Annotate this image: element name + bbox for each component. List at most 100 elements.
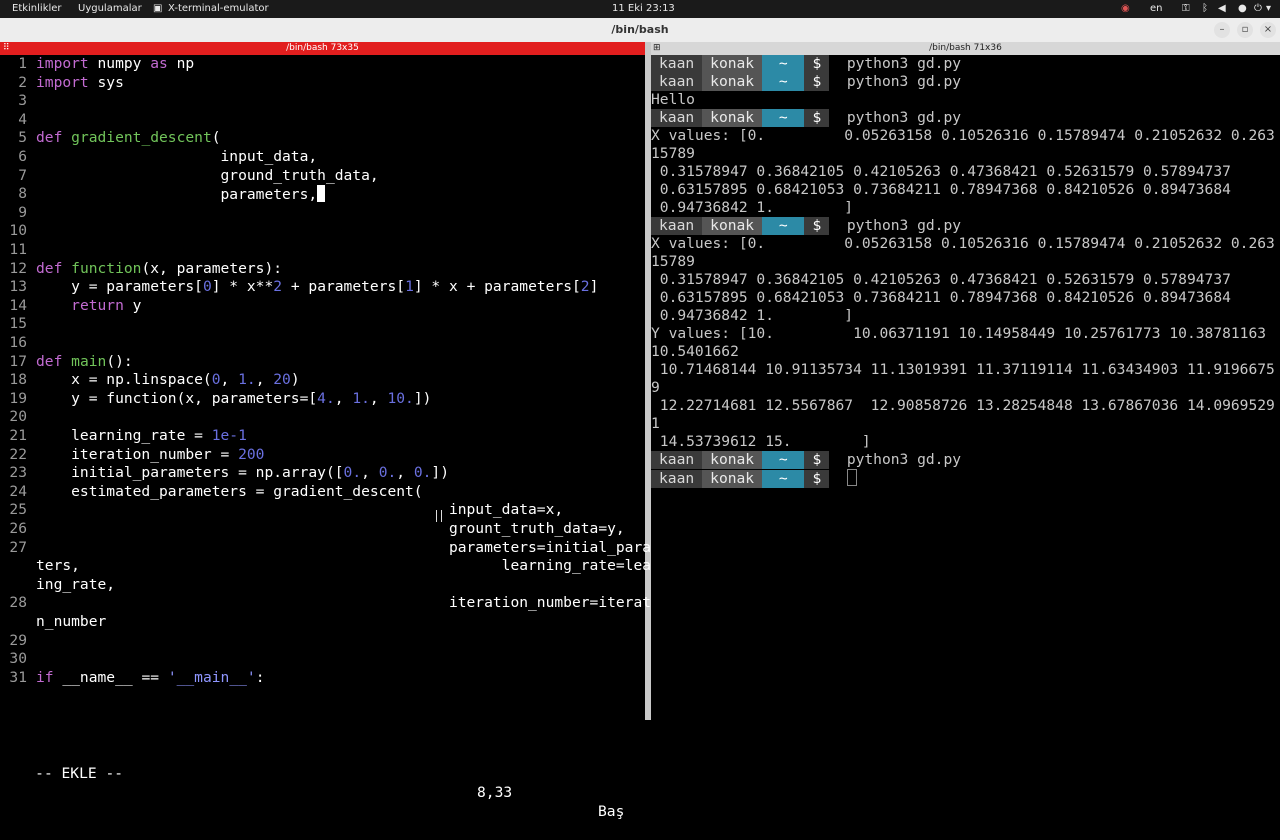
line-number: 21 [9, 427, 27, 444]
line-number: 2 [18, 73, 27, 91]
line-number: 22 [9, 445, 27, 463]
line-number: 6 [18, 148, 27, 165]
left-pane-header[interactable]: ⠿ /bin/bash 73x35 [0, 42, 645, 55]
prompt-user: kaan [651, 109, 703, 127]
right-pane-header[interactable]: ⊞ /bin/bash 71x36 [651, 42, 1280, 55]
system-menu-chevron-icon[interactable]: ▾ [1266, 3, 1271, 14]
close-button[interactable]: × [1260, 22, 1276, 38]
bluetooth-icon[interactable]: ᛒ [1202, 3, 1208, 14]
window-titlebar[interactable]: /bin/bash – ▫ × [0, 18, 1280, 43]
line-text[interactable]: estimated_parameters = gradient_descent( [36, 483, 422, 502]
line-text[interactable]: input_data, [36, 148, 318, 167]
line-number: 19 [9, 389, 27, 407]
line-text[interactable]: parameters=initial_parame [36, 539, 669, 558]
line-number: 10 [9, 222, 27, 240]
output-line: Y values: [10. 10.06371191 10.14958449 1… [651, 325, 1267, 342]
prompt-host: konak [702, 109, 763, 127]
line-number: 9 [18, 203, 27, 221]
line-text[interactable]: if __name__ == '__main__': [36, 669, 264, 688]
line-text[interactable]: parameters, [36, 185, 326, 205]
output-line: 0.94736842 1. ] [651, 307, 854, 324]
prompt-line: kaan konak ~ $ python3 gd.py [651, 55, 1280, 73]
prompt-symbol: $ [804, 55, 830, 73]
output-line: Hello [651, 91, 695, 108]
prompt-dir: ~ [762, 55, 805, 73]
privacy-indicator-icon[interactable]: ◉ [1121, 3, 1130, 14]
line-text[interactable]: y = function(x, parameters=[4., 1., 10.]… [36, 390, 431, 409]
line-number: 28 [9, 594, 27, 612]
output-line: 0.31578947 0.36842105 0.42105263 0.47368… [651, 271, 1231, 288]
prompt-user: kaan [651, 217, 703, 235]
line-text[interactable]: ground_truth_data, [36, 167, 379, 186]
right-pane-title: /bin/bash 71x36 [929, 43, 1002, 53]
output-line: 1 [651, 415, 660, 432]
line-text[interactable]: learning_rate = 1e-1 [36, 427, 247, 446]
prompt-symbol: $ [804, 217, 830, 235]
prompt-symbol: $ [804, 73, 830, 91]
line-number: 23 [9, 464, 27, 482]
prompt-user: kaan [651, 451, 703, 469]
output-line: 14.53739612 15. ] [651, 433, 871, 450]
line-text[interactable]: return y [36, 297, 141, 316]
line-number: 14 [9, 296, 27, 314]
line-text[interactable]: x = np.linspace(0, 1., 20) [36, 371, 300, 390]
line-number: 7 [18, 166, 27, 184]
output-line: 0.63157895 0.68421053 0.73684211 0.78947… [651, 289, 1231, 306]
pane-grip-icon: ⠿ [3, 43, 10, 53]
line-number: 12 [9, 259, 27, 277]
network-icon[interactable]: ⚿ [1182, 3, 1190, 14]
keyboard-layout[interactable]: en [1150, 3, 1163, 14]
prompt-host: konak [702, 217, 763, 235]
prompt-symbol: $ [804, 109, 830, 127]
minimize-button[interactable]: – [1214, 22, 1230, 38]
line-number: 30 [9, 650, 27, 668]
line-text[interactable]: def gradient_descent( [36, 129, 221, 148]
line-text[interactable]: iteration_number = 200 [36, 446, 264, 465]
command-text: python3 gd.py [829, 73, 962, 90]
output-line: X values: [0. 0.05263158 0.10526316 0.15… [651, 235, 1275, 252]
command-text: python3 gd.py [829, 109, 962, 126]
line-text[interactable]: n_number [36, 613, 106, 632]
prompt-dir: ~ [762, 73, 805, 91]
line-number: 17 [9, 352, 27, 370]
prompt-host: konak [702, 73, 763, 91]
maximize-button[interactable]: ▫ [1237, 22, 1253, 38]
line-text[interactable]: import sys [36, 74, 124, 93]
applications-menu[interactable]: Uygulamalar [78, 3, 142, 14]
pane-grip-icon: ⊞ [653, 43, 661, 53]
prompt-line: kaan konak ~ $ python3 gd.py [651, 451, 1280, 469]
power-icon[interactable]: ⏻ [1254, 3, 1262, 14]
line-text[interactable]: ing_rate, [36, 576, 115, 595]
line-text[interactable]: ters, learning_rate=learn [36, 557, 669, 576]
line-text[interactable]: iteration_number=iteratio [36, 594, 669, 613]
left-pane-title: /bin/bash 73x35 [286, 43, 359, 53]
terminal-pane[interactable]: kaan konak ~ $ python3 gd.py kaan konak ~ $… [651, 55, 1280, 720]
prompt-line: kaan konak ~ $ python3 gd.py [651, 109, 1280, 127]
line-number: 15 [9, 315, 27, 333]
prompt-line: kaan konak ~ $ python3 gd.py [651, 73, 1280, 91]
line-text[interactable]: import numpy as np [36, 55, 194, 74]
prompt-host: konak [702, 470, 763, 488]
activities-button[interactable]: Etkinlikler [12, 3, 62, 14]
line-number: 31 [9, 668, 27, 686]
clock[interactable]: 11 Eki 23:13 [612, 3, 675, 14]
active-app-menu[interactable]: X-terminal-emulator [168, 3, 269, 14]
line-text[interactable]: y = parameters[0] * x**2 + parameters[1]… [36, 278, 598, 297]
line-text[interactable]: input_data=x, [36, 501, 563, 520]
line-text[interactable]: grount_truth_data=y, [36, 520, 625, 539]
terminal-output[interactable]: kaan konak ~ $ python3 gd.py kaan konak ~ $… [651, 55, 1280, 488]
line-number: 25 [9, 501, 27, 519]
line-text[interactable]: initial_parameters = np.array([0., 0., 0… [36, 464, 449, 483]
line-text[interactable]: def function(x, parameters): [36, 260, 282, 279]
vim-editor-pane[interactable]: 1 import numpy as np 2 import sys 3 4 5 def gra… [0, 55, 669, 820]
output-line: 10.71468144 10.91135734 11.13019391 11.3… [651, 361, 1275, 378]
microphone-icon[interactable]: ● [1238, 3, 1247, 14]
line-text[interactable]: def main(): [36, 353, 133, 372]
prompt-dir: ~ [762, 470, 805, 488]
volume-icon[interactable]: ◀ [1218, 3, 1226, 14]
terminal-app-icon: ▣ [153, 3, 163, 14]
line-number: 16 [9, 334, 27, 351]
prompt-user: kaan [651, 470, 703, 488]
prompt-dir: ~ [762, 451, 805, 469]
text-cursor-icon [436, 510, 442, 522]
